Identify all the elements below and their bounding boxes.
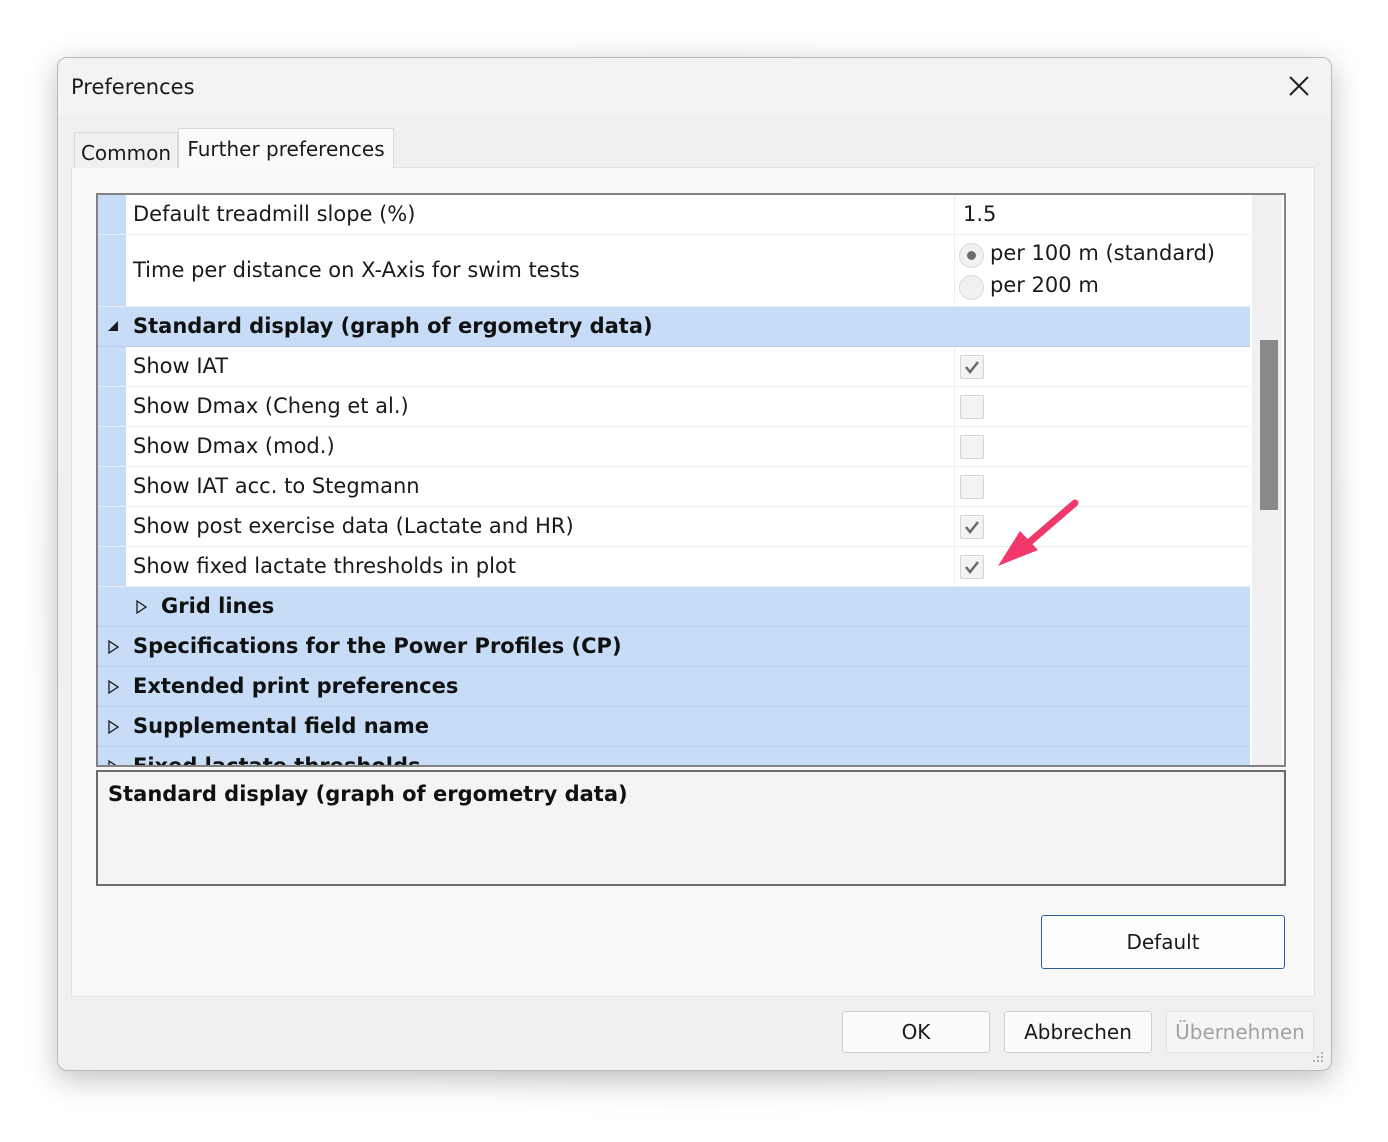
default-button[interactable]: Default — [1041, 915, 1285, 969]
radio-per-200m[interactable]: per 200 m — [959, 273, 1249, 303]
category-label: Supplemental field name — [133, 714, 429, 738]
value-cell — [954, 347, 1251, 386]
row-show-dmax-cheng[interactable]: Show Dmax (Cheng et al.) — [98, 387, 1250, 427]
row-show-iat[interactable]: Show IAT — [98, 347, 1250, 387]
expand-triangle-icon[interactable] — [106, 720, 120, 734]
tab-further-preferences[interactable]: Further preferences — [178, 128, 394, 168]
checkbox-checked[interactable] — [960, 355, 984, 379]
row-label: Default treadmill slope (%) — [133, 202, 416, 226]
tab-strip: Common Further preferences — [74, 128, 674, 168]
collapse-triangle-icon[interactable] — [106, 319, 120, 333]
category-power-profiles[interactable]: Specifications for the Power Profiles (C… — [98, 627, 1250, 667]
row-label: Show Dmax (mod.) — [133, 434, 335, 458]
row-show-post-exercise[interactable]: Show post exercise data (Lactate and HR) — [98, 507, 1250, 547]
ok-button[interactable]: OK — [842, 1011, 990, 1053]
close-button[interactable] — [1267, 58, 1331, 114]
scrollbar-thumb[interactable] — [1260, 340, 1278, 510]
description-panel: Standard display (graph of ergometry dat… — [96, 770, 1286, 886]
value-cell — [954, 427, 1251, 466]
category-extended-print[interactable]: Extended print preferences — [98, 667, 1250, 707]
default-button-label: Default — [1126, 930, 1200, 954]
radio-dot — [967, 251, 976, 260]
radio-button[interactable] — [959, 275, 984, 300]
category-fixed-lactate[interactable]: Fixed lactate thresholds — [98, 747, 1250, 767]
title-bar[interactable]: Preferences — [58, 58, 1331, 116]
property-grid[interactable]: Default treadmill slope (%) 1.5 Time per… — [96, 193, 1286, 767]
category-label: Grid lines — [161, 594, 275, 618]
resize-grip-icon[interactable] — [1311, 1050, 1325, 1064]
property-grid-rows: Default treadmill slope (%) 1.5 Time per… — [98, 195, 1250, 765]
expand-triangle-icon[interactable] — [106, 680, 120, 694]
value-cell — [954, 387, 1251, 426]
tab-further-label: Further preferences — [187, 136, 385, 161]
expand-triangle-icon[interactable] — [106, 640, 120, 654]
value-cell — [954, 547, 1251, 586]
row-label: Show fixed lactate thresholds in plot — [133, 554, 517, 578]
cancel-button-label: Abbrechen — [1024, 1020, 1132, 1044]
treadmill-slope-value[interactable]: 1.5 — [963, 202, 996, 226]
category-standard-display[interactable]: Standard display (graph of ergometry dat… — [98, 307, 1250, 347]
radio-label: per 200 m — [990, 273, 1099, 297]
row-label: Show IAT — [133, 354, 229, 378]
category-label: Fixed lactate thresholds — [133, 754, 421, 767]
ok-button-label: OK — [901, 1020, 931, 1044]
window-title: Preferences — [71, 75, 195, 99]
radio-per-100m[interactable]: per 100 m (standard) — [959, 241, 1249, 271]
category-label: Extended print preferences — [133, 674, 459, 698]
checkbox-unchecked[interactable] — [960, 475, 984, 499]
row-label: Show post exercise data (Lactate and HR) — [133, 514, 574, 538]
value-cell[interactable]: 1.5 — [954, 195, 1251, 234]
category-label: Specifications for the Power Profiles (C… — [133, 634, 622, 658]
row-swim-xaxis[interactable]: Time per distance on X-Axis for swim tes… — [98, 235, 1250, 307]
expand-triangle-icon[interactable] — [134, 600, 148, 614]
tab-common-label: Common — [80, 140, 172, 165]
value-cell — [954, 507, 1251, 546]
apply-button-label: Übernehmen — [1175, 1020, 1305, 1044]
category-supplemental-field[interactable]: Supplemental field name — [98, 707, 1250, 747]
checkbox-unchecked[interactable] — [960, 395, 984, 419]
checkbox-checked[interactable] — [960, 515, 984, 539]
checkmark-icon — [965, 561, 979, 575]
checkbox-checked[interactable] — [960, 555, 984, 579]
close-icon — [1289, 76, 1309, 96]
value-cell: per 100 m (standard) per 200 m — [954, 235, 1251, 306]
tab-common[interactable]: Common — [74, 132, 178, 168]
row-label: Show Dmax (Cheng et al.) — [133, 394, 409, 418]
row-show-iat-stegmann[interactable]: Show IAT acc. to Stegmann — [98, 467, 1250, 507]
preferences-dialog: Preferences Common Further preferences D… — [57, 57, 1332, 1071]
value-cell — [954, 467, 1251, 506]
checkmark-icon — [965, 521, 979, 535]
expand-triangle-icon[interactable] — [106, 760, 120, 765]
row-show-dmax-mod[interactable]: Show Dmax (mod.) — [98, 427, 1250, 467]
row-label: Show IAT acc. to Stegmann — [133, 474, 420, 498]
checkmark-icon — [965, 361, 979, 375]
vertical-scrollbar[interactable] — [1252, 195, 1282, 765]
row-label: Time per distance on X-Axis for swim tes… — [133, 258, 580, 282]
category-label: Standard display (graph of ergometry dat… — [133, 314, 653, 338]
apply-button[interactable]: Übernehmen — [1166, 1011, 1314, 1053]
category-grid-lines[interactable]: Grid lines — [98, 587, 1250, 627]
row-show-fixed-lactate[interactable]: Show fixed lactate thresholds in plot — [98, 547, 1250, 587]
radio-label: per 100 m (standard) — [990, 241, 1215, 265]
cancel-button[interactable]: Abbrechen — [1004, 1011, 1152, 1053]
description-title: Standard display (graph of ergometry dat… — [108, 782, 628, 806]
checkbox-unchecked[interactable] — [960, 435, 984, 459]
radio-button[interactable] — [959, 243, 984, 268]
row-treadmill-slope[interactable]: Default treadmill slope (%) 1.5 — [98, 195, 1250, 235]
